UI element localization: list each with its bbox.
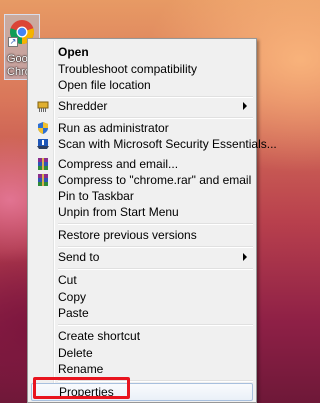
menu-item-open[interactable]: Open bbox=[31, 44, 253, 60]
menu-item-unpin-from-start-menu[interactable]: Unpin from Start Menu bbox=[31, 204, 253, 220]
menu-item-delete[interactable]: Delete bbox=[31, 345, 253, 361]
menu-item-label: Run as administrator bbox=[58, 121, 169, 135]
menu-item-label: Delete bbox=[58, 346, 93, 360]
menu-item-scan-security-essentials[interactable]: Scan with Microsoft Security Essentials.… bbox=[31, 136, 277, 152]
menu-item-send-to[interactable]: Send to bbox=[31, 249, 253, 265]
security-essentials-icon bbox=[37, 139, 49, 149]
submenu-arrow-icon bbox=[243, 102, 247, 110]
menu-item-run-as-administrator[interactable]: Run as administrator bbox=[31, 120, 253, 136]
menu-item-copy[interactable]: Copy bbox=[31, 289, 253, 305]
menu-item-troubleshoot-compatibility[interactable]: Troubleshoot compatibility bbox=[31, 61, 253, 77]
menu-separator bbox=[58, 246, 253, 248]
menu-item-create-shortcut[interactable]: Create shortcut bbox=[31, 328, 253, 344]
menu-item-restore-previous-versions[interactable]: Restore previous versions bbox=[31, 227, 253, 243]
menu-item-compress-to-rar-and-email[interactable]: Compress to "chrome.rar" and email bbox=[31, 172, 253, 188]
menu-separator bbox=[58, 324, 253, 326]
menu-item-label: Open bbox=[58, 45, 89, 59]
context-menu: Open Troubleshoot compatibility Open fil… bbox=[27, 38, 277, 403]
menu-item-label: Open file location bbox=[58, 78, 151, 92]
menu-item-pin-to-taskbar[interactable]: Pin to Taskbar bbox=[31, 188, 253, 204]
menu-separator bbox=[58, 117, 253, 119]
menu-item-cut[interactable]: Cut bbox=[31, 272, 253, 288]
menu-item-label: Rename bbox=[58, 362, 104, 376]
menu-item-label: Compress and email... bbox=[58, 157, 179, 171]
menu-item-open-file-location[interactable]: Open file location bbox=[31, 77, 253, 93]
menu-item-label: Compress to "chrome.rar" and email bbox=[58, 173, 252, 187]
menu-item-shredder[interactable]: Shredder bbox=[31, 98, 253, 114]
uac-shield-icon bbox=[38, 122, 48, 134]
shortcut-arrow-icon: ↗ bbox=[8, 37, 18, 47]
menu-item-label: Unpin from Start Menu bbox=[58, 205, 179, 219]
menu-item-label: Paste bbox=[58, 306, 89, 320]
menu-item-label: Cut bbox=[58, 273, 77, 287]
red-highlight-annotation bbox=[33, 377, 130, 399]
menu-separator bbox=[58, 268, 253, 270]
shredder-icon bbox=[37, 101, 49, 112]
menu-item-label: Copy bbox=[58, 290, 87, 304]
menu-item-label: Scan with Microsoft Security Essentials.… bbox=[58, 137, 277, 151]
menu-item-rename[interactable]: Rename bbox=[31, 361, 253, 377]
menu-item-label: Restore previous versions bbox=[58, 228, 197, 242]
menu-item-label: Troubleshoot compatibility bbox=[58, 62, 197, 76]
menu-item-label: Shredder bbox=[58, 99, 108, 113]
menu-item-label: Create shortcut bbox=[58, 329, 141, 343]
winrar-icon bbox=[38, 174, 48, 186]
menu-item-label: Send to bbox=[58, 250, 100, 264]
winrar-icon bbox=[38, 158, 48, 170]
menu-item-compress-and-email[interactable]: Compress and email... bbox=[31, 156, 253, 172]
submenu-arrow-icon bbox=[243, 253, 247, 261]
menu-item-paste[interactable]: Paste bbox=[31, 305, 253, 321]
menu-separator bbox=[58, 223, 253, 225]
menu-item-label: Pin to Taskbar bbox=[58, 189, 134, 203]
